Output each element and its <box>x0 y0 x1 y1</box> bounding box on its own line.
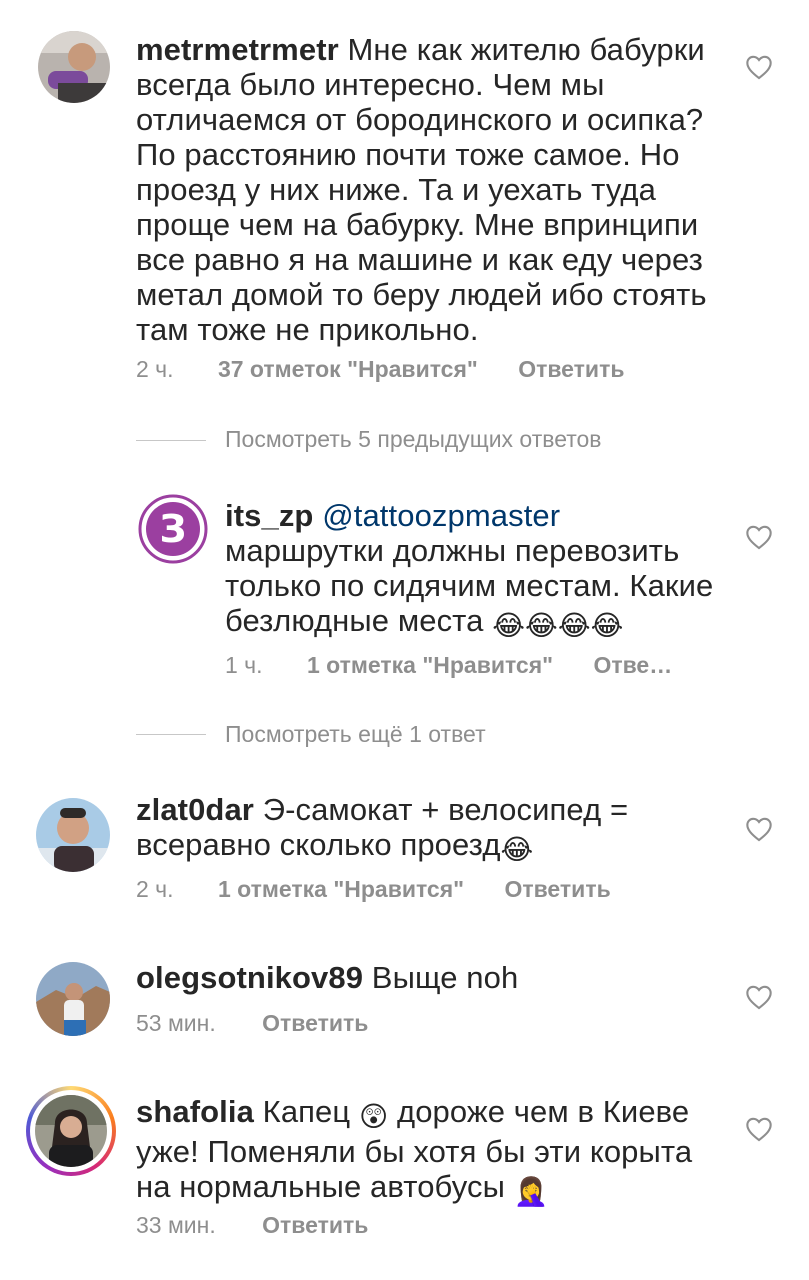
timestamp: 33 мин. <box>136 1212 216 1238</box>
heart-icon[interactable] <box>745 54 773 80</box>
comment-meta: 33 мин. Ответить <box>136 1212 368 1239</box>
comment-meta: 53 мин. Ответить <box>136 1010 368 1037</box>
comment-meta: 1 ч. 1 отметка "Нравится" Отве… <box>225 652 672 679</box>
comment-text: olegsotnikov89 Выще noh <box>136 960 519 995</box>
heart-icon[interactable] <box>745 524 773 550</box>
avatar[interactable] <box>38 31 110 103</box>
avatar[interactable] <box>35 1095 107 1167</box>
comment-olegsotnikov89: olegsotnikov89 Выще noh 53 мин. Ответить <box>0 950 809 1060</box>
timestamp: 2 ч. <box>136 356 174 382</box>
likes-count[interactable]: 1 отметка "Нравится" <box>218 876 464 902</box>
reply-button[interactable]: Ответить <box>504 876 610 902</box>
reply-button[interactable]: Ответить <box>262 1212 368 1238</box>
likes-count[interactable]: 1 отметка "Нравится" <box>307 652 553 678</box>
heart-icon[interactable] <box>745 816 773 842</box>
view-more-replies[interactable]: Посмотреть ещё 1 ответ <box>225 721 486 748</box>
avatar[interactable] <box>36 962 110 1036</box>
comment-text: shafolia Капец 😲 дороже чем в Киеве уже!… <box>136 1094 693 1207</box>
likes-count[interactable]: 37 отметок "Нравится" <box>218 356 478 382</box>
comment-text: its_zp @tattoozpmaster маршрутки должны … <box>225 498 714 641</box>
username[interactable]: zlat0dar <box>136 792 254 827</box>
astonished-emoji-icon: 😲 <box>358 1101 389 1132</box>
mention-link[interactable]: @tattoozpmaster <box>322 498 560 533</box>
comment-text: zlat0dar Э-самокат + велосипед = всеравн… <box>136 792 629 865</box>
comment-shafolia: shafolia Капец 😲 дороже чем в Киеве уже!… <box>0 1080 809 1280</box>
svg-text:З: З <box>160 507 187 551</box>
heart-icon[interactable] <box>745 1116 773 1142</box>
avatar[interactable]: З <box>138 494 208 564</box>
timestamp: 2 ч. <box>136 876 174 902</box>
reply-button[interactable]: Отве… <box>593 652 672 678</box>
thread-divider <box>136 440 206 441</box>
comment-text: metrmetrmetr Мне как жителю бабурки всег… <box>136 32 707 347</box>
timestamp: 53 мин. <box>136 1010 216 1036</box>
reply-button[interactable]: Ответить <box>262 1010 368 1036</box>
avatar[interactable] <box>36 798 110 872</box>
facepalm-emoji-icon: 🤦‍♀️ <box>513 1176 549 1207</box>
timestamp: 1 ч. <box>225 652 263 678</box>
username[interactable]: olegsotnikov89 <box>136 960 363 995</box>
comment-metrmetrmetr: metrmetrmetr Мне как жителю бабурки всег… <box>0 0 809 400</box>
laughing-emoji-icon: 😂😂😂😂 <box>492 610 624 641</box>
reply-button[interactable]: Ответить <box>518 356 624 382</box>
heart-icon[interactable] <box>745 984 773 1010</box>
username[interactable]: shafolia <box>136 1094 254 1129</box>
thread-divider <box>136 734 206 735</box>
comment-its-zp: З its_zp @tattoozpmaster маршрутки должн… <box>0 480 809 700</box>
comment-zlat0dar: zlat0dar Э-самокат + велосипед = всеравн… <box>0 780 809 930</box>
laughing-emoji-icon: 😂 <box>500 834 534 865</box>
comment-meta: 2 ч. 1 отметка "Нравится" Ответить <box>136 876 611 903</box>
comment-meta: 2 ч. 37 отметок "Нравится" Ответить <box>136 356 624 383</box>
username[interactable]: metrmetrmetr <box>136 32 339 67</box>
username[interactable]: its_zp <box>225 498 313 533</box>
view-previous-replies[interactable]: Посмотреть 5 предыдущих ответов <box>225 426 602 453</box>
